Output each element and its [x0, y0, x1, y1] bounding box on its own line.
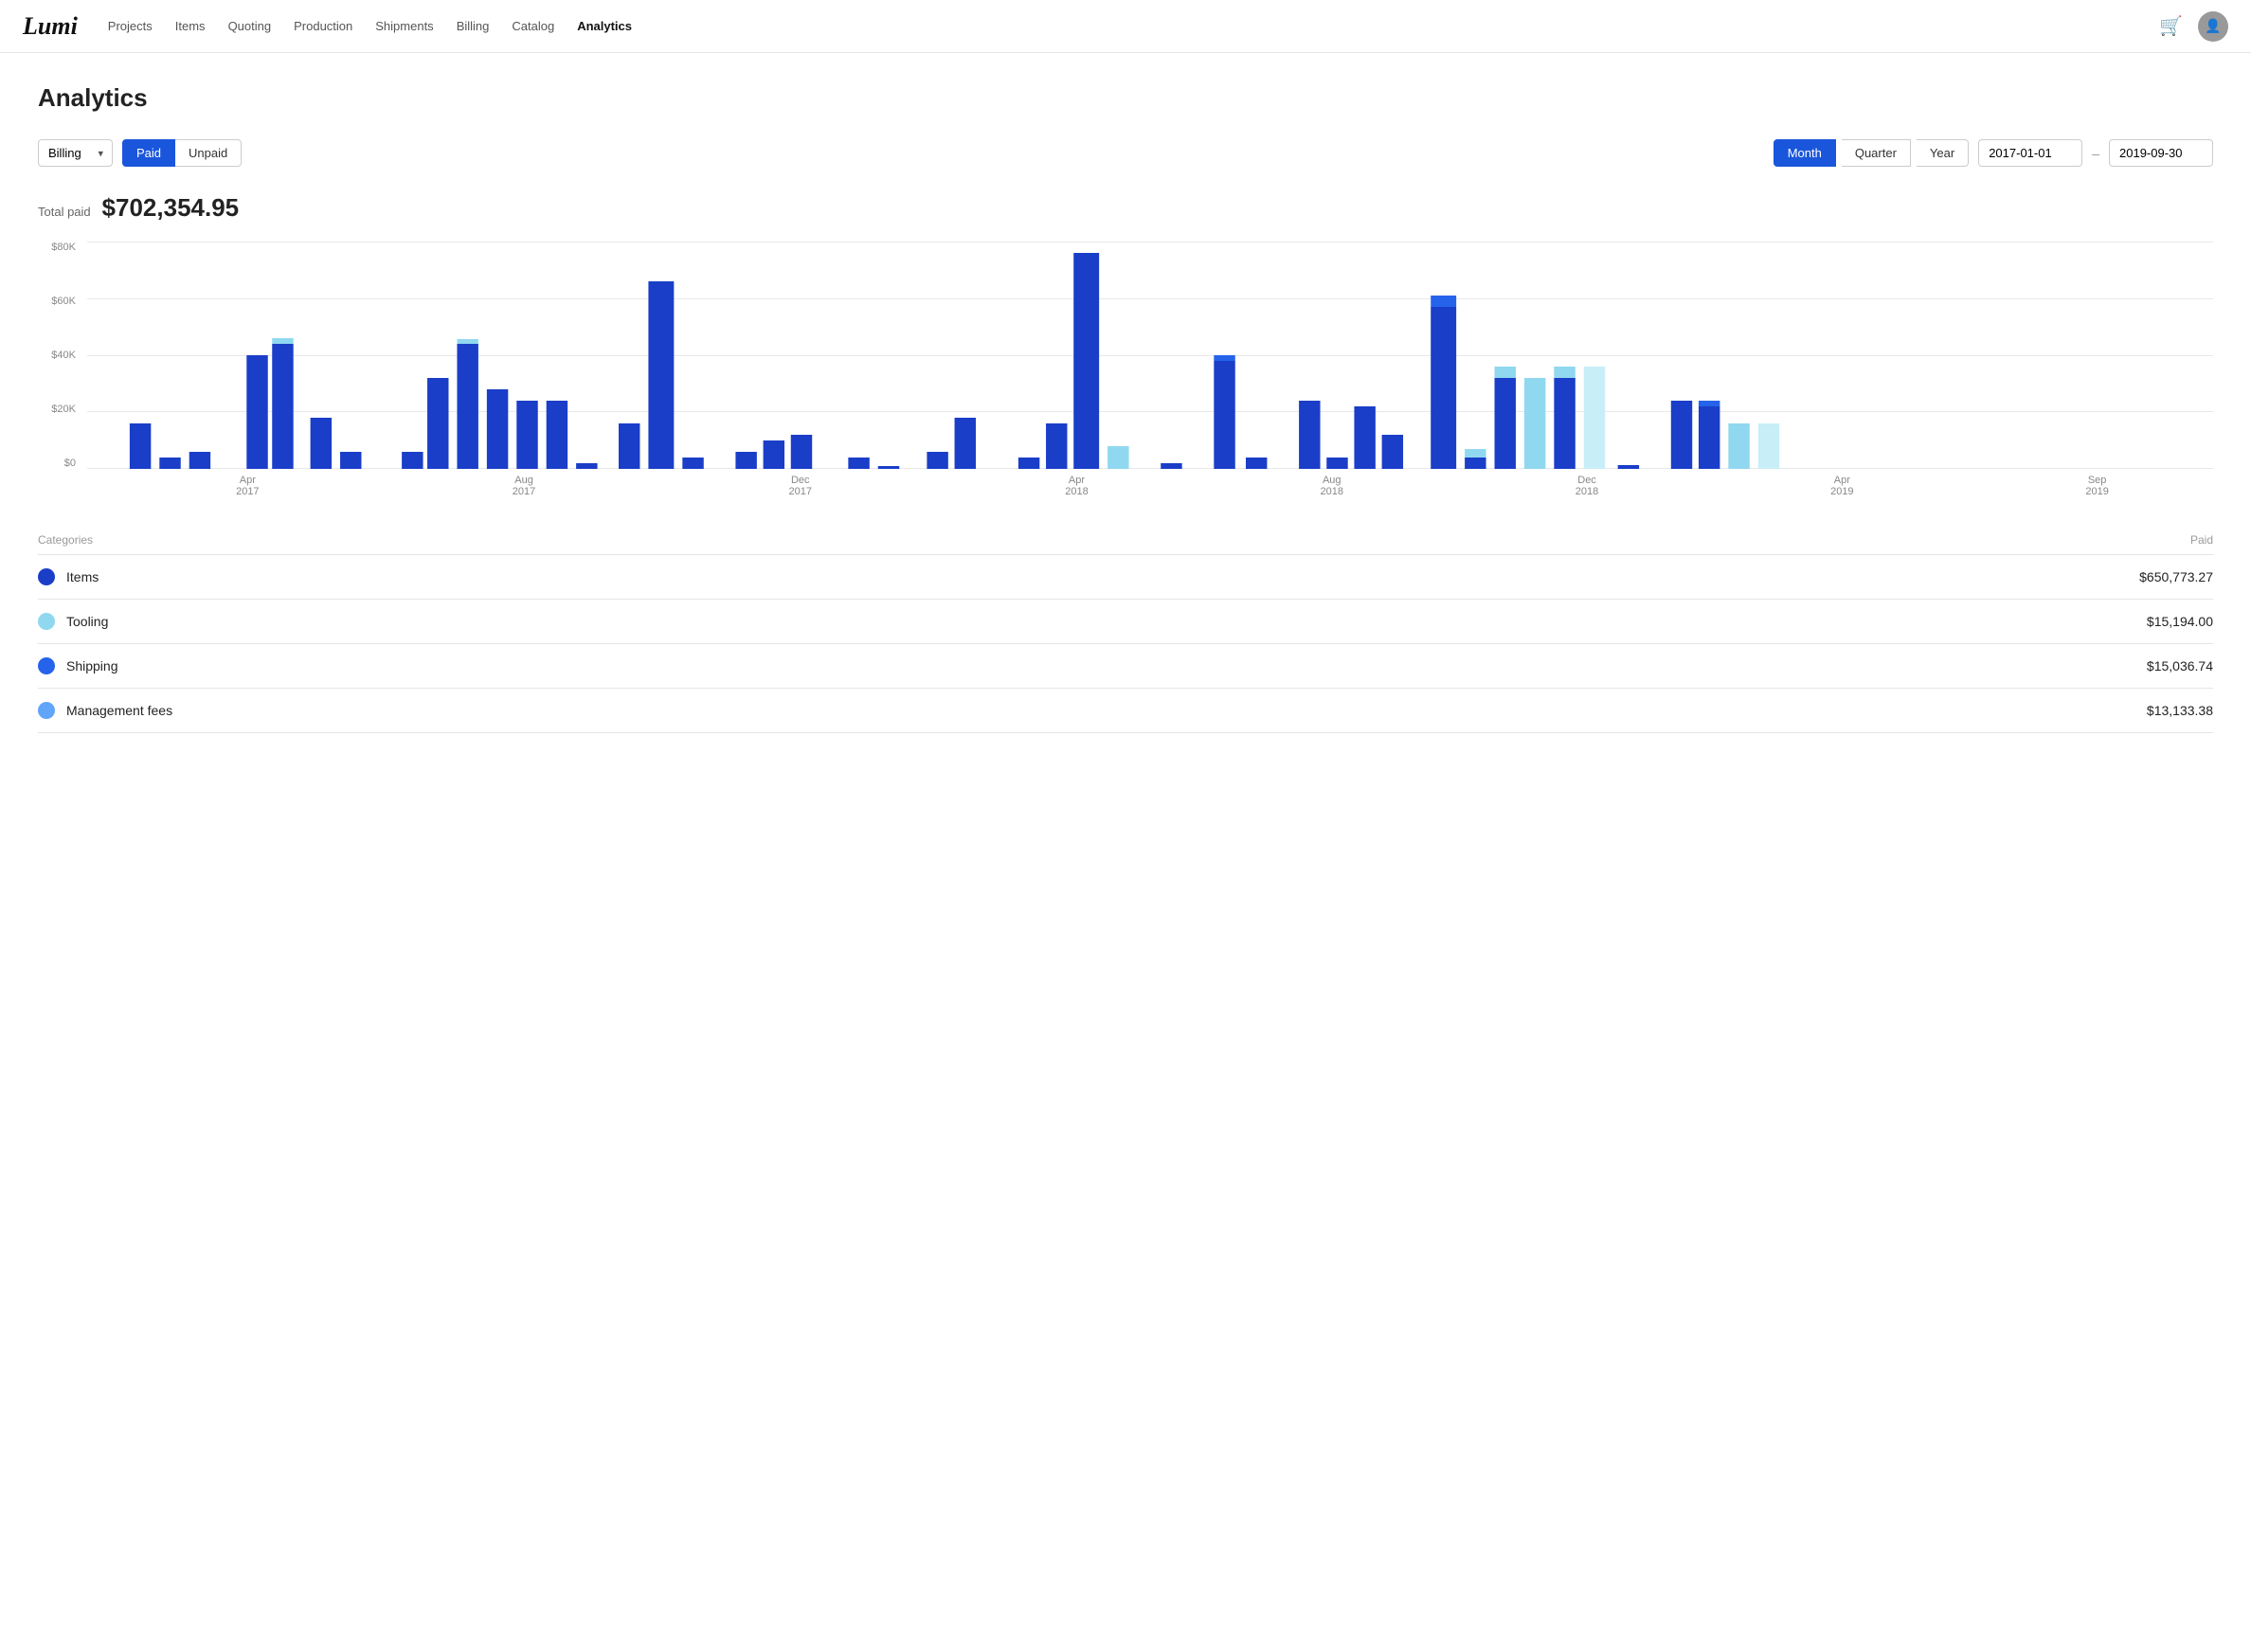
mgmt-paid: $13,133.38: [1333, 689, 2213, 733]
billing-select[interactable]: Billing: [38, 139, 113, 167]
paid-unpaid-group: Paid Unpaid: [122, 139, 242, 167]
nav-links: Projects Items Quoting Production Shipme…: [108, 19, 2159, 33]
shipping-paid: $15,036.74: [1333, 644, 2213, 689]
shipping-label: Shipping: [66, 658, 118, 673]
table-row: Shipping $15,036.74: [38, 644, 2213, 689]
total-value: $702,354.95: [102, 193, 240, 222]
y-axis: $80K $60K $40K $20K $0: [38, 242, 83, 469]
tooling-paid: $15,194.00: [1333, 600, 2213, 644]
quarter-button[interactable]: Quarter: [1842, 139, 1911, 167]
paid-header: Paid: [1333, 530, 2213, 555]
tooling-dot: [38, 613, 55, 630]
y-label-40k: $40K: [51, 350, 76, 361]
x-label-apr18: Apr2018: [1065, 475, 1088, 497]
nav-icons: 🛒 👤: [2159, 11, 2228, 42]
legend-table: Categories Paid Items $650,773.27 Toolin…: [38, 530, 2213, 733]
table-row: Management fees $13,133.38: [38, 689, 2213, 733]
total-section: Total paid $702,354.95: [38, 193, 2213, 223]
page-title: Analytics: [38, 83, 2213, 113]
main-content: Analytics Billing Paid Unpaid Month Quar…: [0, 53, 2251, 763]
x-label-apr19: Apr2019: [1830, 475, 1853, 497]
items-dot: [38, 568, 55, 585]
x-label-aug18: Aug2018: [1321, 475, 1343, 497]
chart-container: $80K $60K $40K $20K $0: [38, 242, 2213, 507]
mgmt-dot: [38, 702, 55, 719]
nav-analytics[interactable]: Analytics: [577, 19, 632, 33]
x-label-sep19: Sep2019: [2085, 475, 2108, 497]
nav-shipments[interactable]: Shipments: [375, 19, 433, 33]
x-label-dec17: Dec2017: [789, 475, 812, 497]
nav-quoting[interactable]: Quoting: [228, 19, 272, 33]
shipping-dot: [38, 657, 55, 674]
date-to-input[interactable]: [2109, 139, 2213, 167]
tooling-label: Tooling: [66, 614, 108, 629]
user-avatar[interactable]: 👤: [2198, 11, 2228, 42]
table-row: Tooling $15,194.00: [38, 600, 2213, 644]
nav-items[interactable]: Items: [175, 19, 206, 33]
mgmt-label: Management fees: [66, 703, 172, 718]
categories-header: Categories: [38, 530, 1333, 555]
nav-catalog[interactable]: Catalog: [512, 19, 554, 33]
table-row: Items $650,773.27: [38, 555, 2213, 600]
y-label-60k: $60K: [51, 296, 76, 307]
total-label: Total paid: [38, 205, 91, 219]
chart-area: [87, 242, 2213, 469]
items-paid: $650,773.27: [1333, 555, 2213, 600]
logo[interactable]: Lumi: [23, 12, 78, 41]
nav-projects[interactable]: Projects: [108, 19, 153, 33]
period-group: Month Quarter Year: [1774, 139, 1970, 167]
date-from-input[interactable]: [1978, 139, 2082, 167]
date-separator: –: [2092, 146, 2099, 161]
cart-icon[interactable]: 🛒: [2159, 14, 2183, 38]
x-label-apr17: Apr2017: [236, 475, 259, 497]
year-button[interactable]: Year: [1917, 139, 1969, 167]
month-button[interactable]: Month: [1774, 139, 1836, 167]
y-label-80k: $80K: [51, 242, 76, 253]
x-label-aug17: Aug2017: [513, 475, 535, 497]
bars-chart: [87, 242, 2213, 469]
billing-select-wrapper: Billing: [38, 139, 113, 167]
navbar: Lumi Projects Items Quoting Production S…: [0, 0, 2251, 53]
nav-billing[interactable]: Billing: [457, 19, 490, 33]
paid-button[interactable]: Paid: [122, 139, 175, 167]
x-labels: Apr2017 Aug2017 Dec2017 Apr2018 Aug2018 …: [87, 469, 2213, 507]
y-label-20k: $20K: [51, 404, 76, 415]
unpaid-button[interactable]: Unpaid: [175, 139, 242, 167]
y-label-0: $0: [64, 458, 76, 469]
items-label: Items: [66, 569, 99, 584]
nav-production[interactable]: Production: [294, 19, 352, 33]
x-label-dec18: Dec2018: [1576, 475, 1598, 497]
controls-row: Billing Paid Unpaid Month Quarter Year –: [38, 139, 2213, 167]
